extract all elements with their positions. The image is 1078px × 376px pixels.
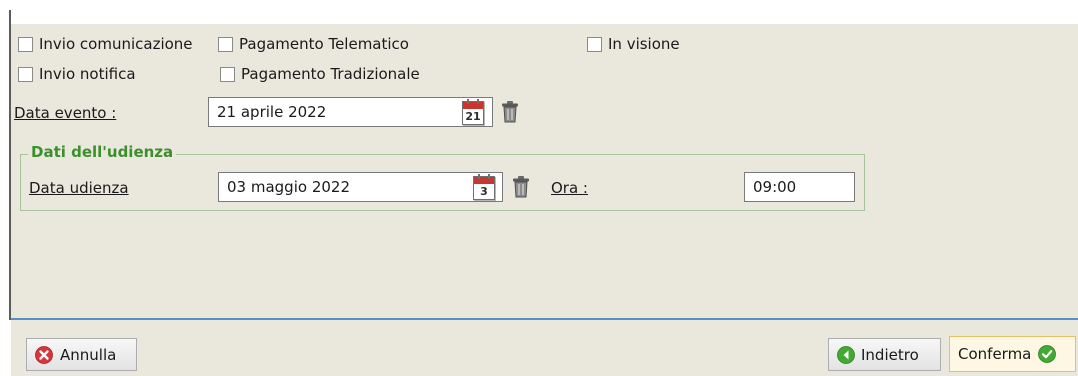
checkbox-label: Pagamento Telematico [239, 35, 409, 53]
indietro-button[interactable]: Indietro [828, 338, 941, 371]
checkbox-label: In visione [608, 35, 680, 53]
calendar-ring [478, 174, 480, 179]
checkbox-pagamento-tradizionale[interactable]: Pagamento Tradizionale [220, 63, 420, 85]
indietro-label: Indietro [861, 345, 919, 364]
checkbox-box[interactable] [218, 36, 233, 52]
calendar-ring [477, 99, 479, 104]
checkbox-label: Invio notifica [39, 65, 136, 83]
annulla-label: Annulla [60, 345, 117, 364]
trash-icon[interactable] [512, 176, 530, 198]
checkbox-invio-comunicazione[interactable]: Invio comunicazione [18, 33, 193, 55]
back-arrow-icon [837, 345, 855, 364]
checkbox-pagamento-telematico[interactable]: Pagamento Telematico [218, 33, 409, 55]
conferma-label: Conferma [958, 345, 1032, 363]
checkbox-box[interactable] [18, 66, 33, 82]
data-evento-field[interactable]: 21 aprile 2022 [208, 97, 493, 127]
calendar-day: 21 [465, 110, 481, 123]
calendar-ring [488, 174, 490, 179]
checkbox-label: Invio comunicazione [39, 35, 193, 53]
cancel-icon [35, 345, 53, 364]
ora-label: Ora : [551, 179, 588, 197]
checkbox-box[interactable] [18, 36, 33, 52]
checkbox-in-visione[interactable]: In visione [587, 33, 680, 55]
top-strip [0, 0, 1078, 24]
calendar-header [474, 177, 494, 184]
annulla-button[interactable]: Annulla [26, 338, 137, 371]
checkbox-invio-notifica[interactable]: Invio notifica [18, 63, 136, 85]
calendar-ring [467, 99, 469, 104]
checkmark-icon [1038, 345, 1057, 363]
ora-field[interactable]: 09:00 [744, 172, 855, 202]
udienza-group-title: Dati dell'udienza [28, 142, 177, 162]
checkbox-label: Pagamento Tradizionale [241, 65, 420, 83]
calendar-icon[interactable]: 21 [462, 99, 484, 125]
calendar-icon[interactable]: 3 [473, 174, 495, 200]
calendar-day: 3 [480, 185, 488, 198]
conferma-button[interactable]: Conferma [949, 336, 1076, 372]
data-evento-label: Data evento : [14, 104, 117, 122]
checkbox-box[interactable] [587, 36, 602, 52]
data-udienza-label: Data udienza [29, 179, 129, 197]
checkbox-box[interactable] [220, 66, 235, 82]
calendar-header [463, 102, 483, 109]
trash-icon[interactable] [501, 101, 519, 123]
data-udienza-field[interactable]: 03 maggio 2022 [218, 172, 503, 202]
